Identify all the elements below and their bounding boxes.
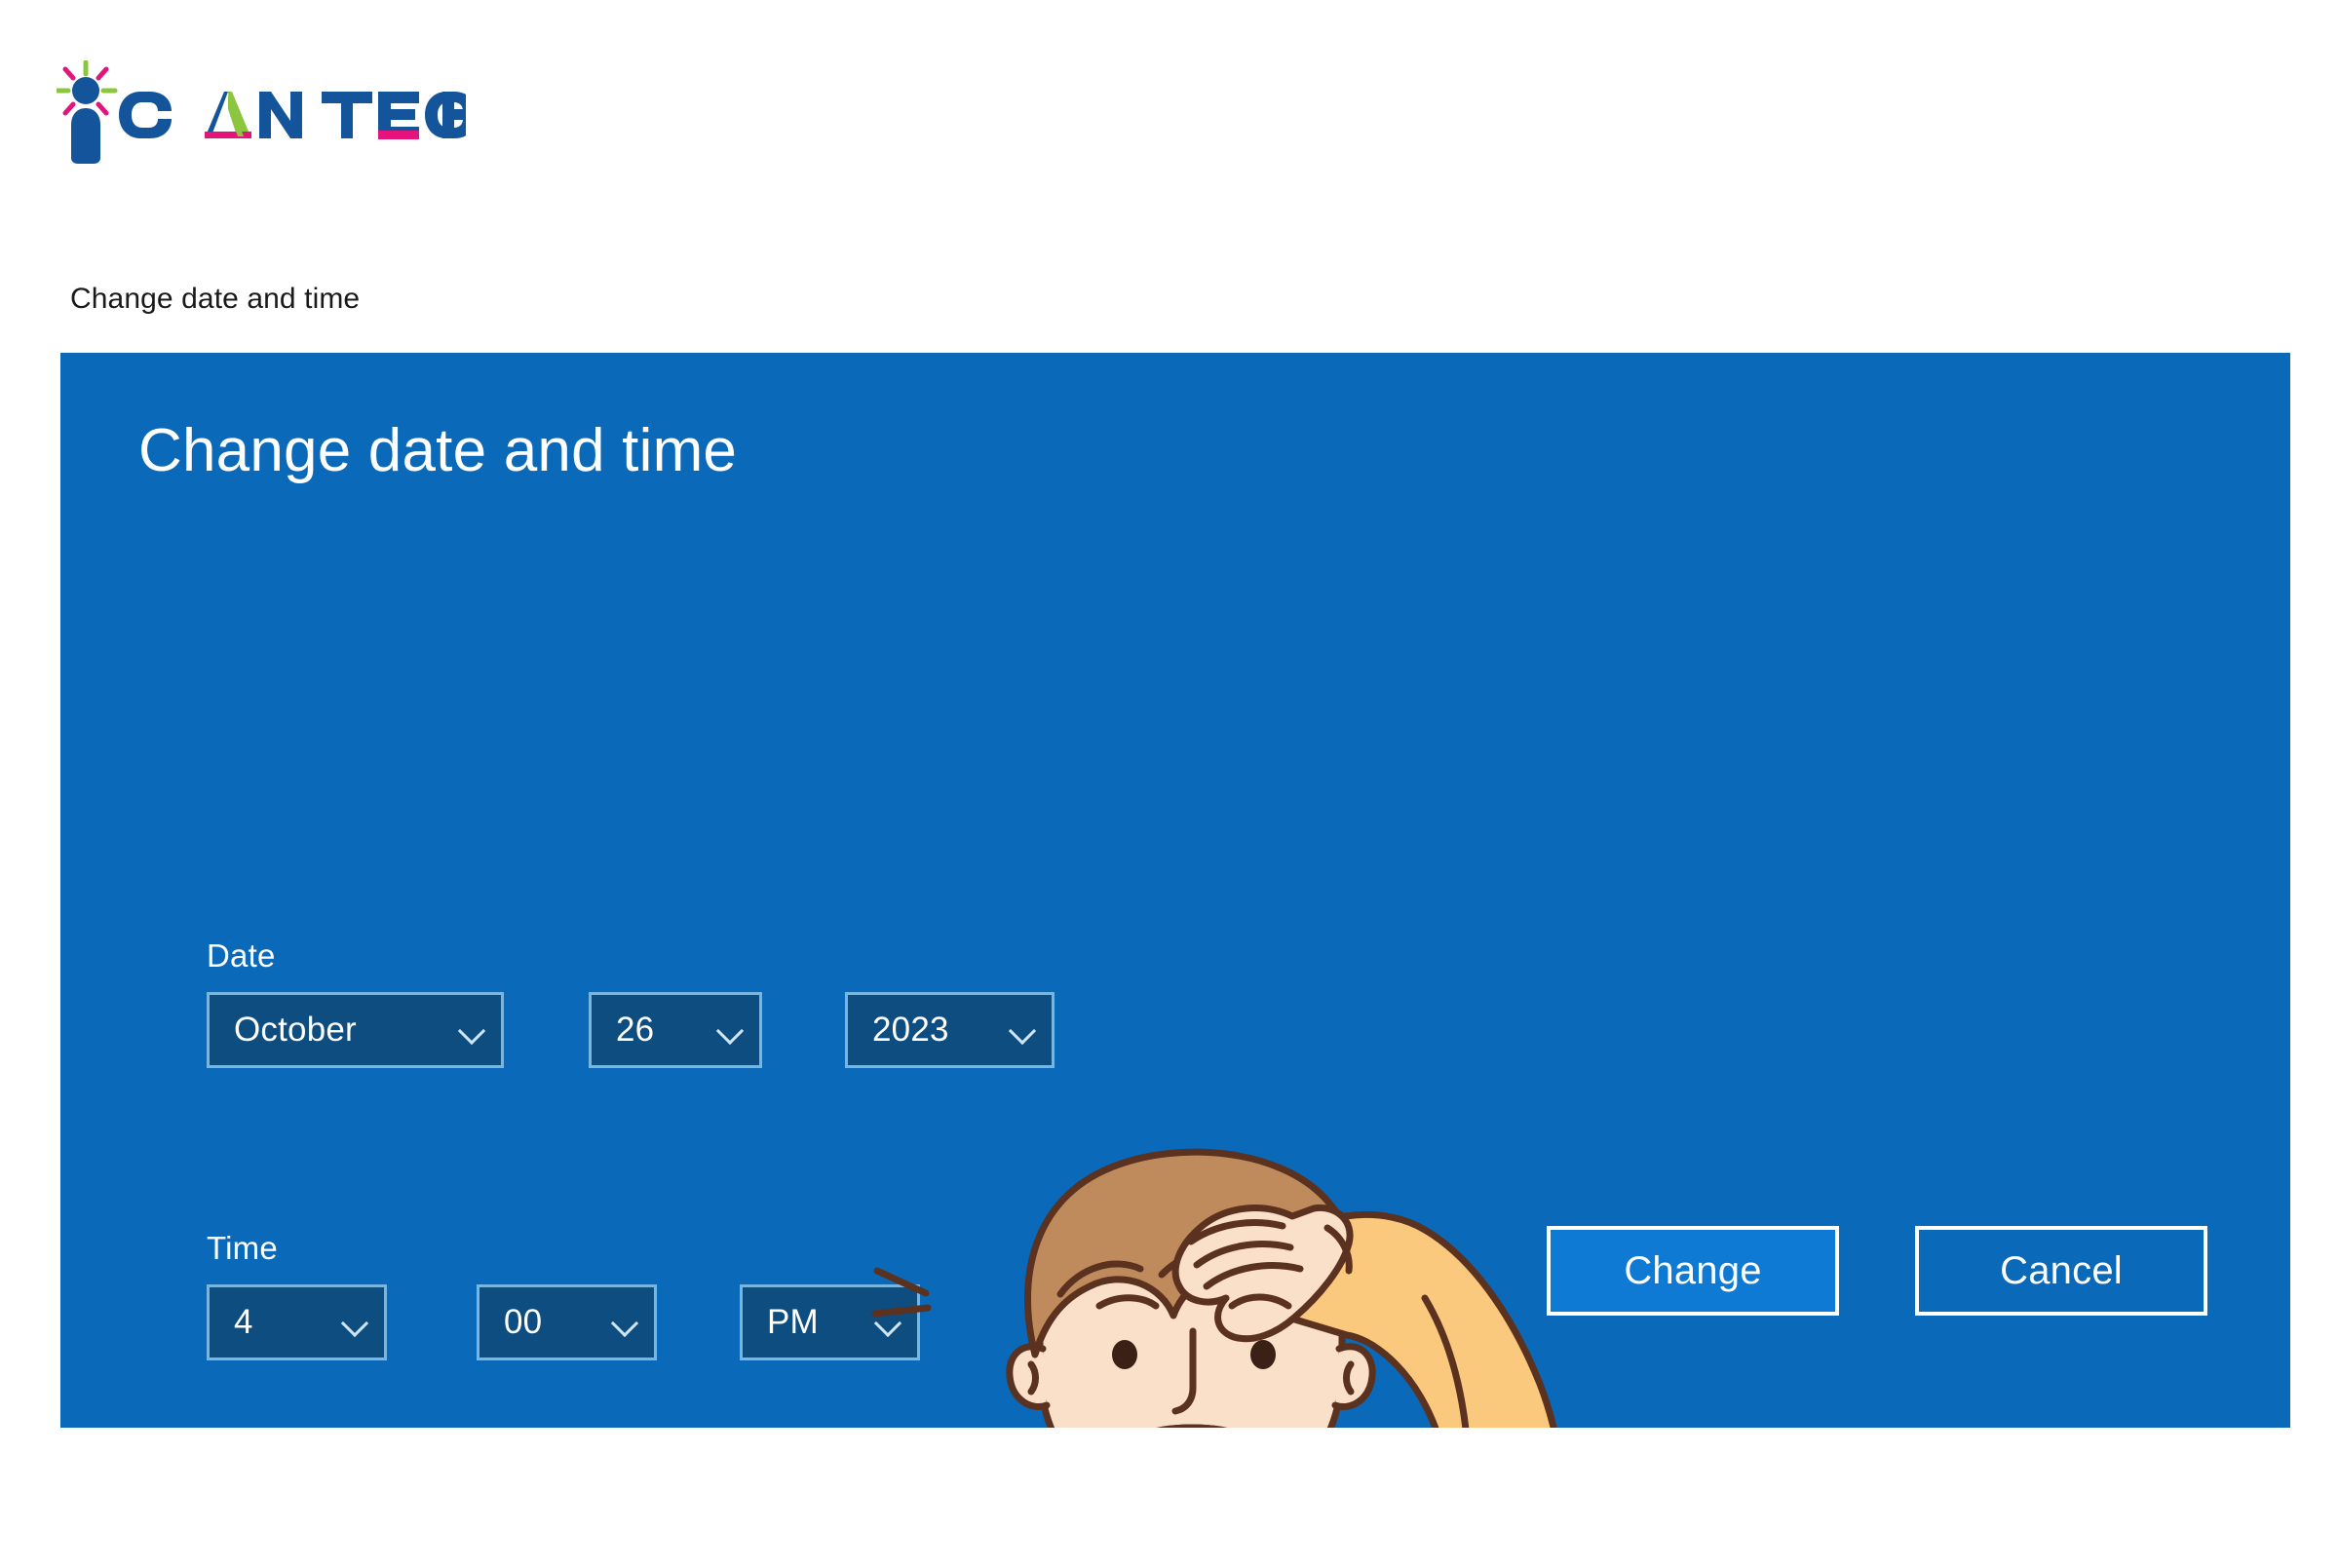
day-dropdown[interactable]: 26 bbox=[589, 992, 762, 1068]
chevron-down-icon bbox=[1009, 1015, 1038, 1045]
illustration-man-scratching-head bbox=[869, 1123, 1591, 1428]
chevron-down-icon bbox=[458, 1015, 487, 1045]
time-field-group: Time 4 00 PM bbox=[207, 1230, 920, 1360]
change-button[interactable]: Change bbox=[1547, 1226, 1839, 1316]
sun-person-logo-icon bbox=[57, 60, 466, 164]
month-value: October bbox=[234, 1011, 357, 1049]
time-combo-row: 4 00 PM bbox=[207, 1284, 920, 1360]
page-caption: Change date and time bbox=[70, 283, 361, 315]
date-field-group: Date October 26 2023 bbox=[207, 937, 1054, 1068]
ampm-value: PM bbox=[767, 1303, 819, 1341]
page-root: Change date and time Change date and tim… bbox=[0, 0, 2339, 1568]
ampm-dropdown[interactable]: PM bbox=[740, 1284, 920, 1360]
cancel-button[interactable]: Cancel bbox=[1915, 1226, 2207, 1316]
day-value: 26 bbox=[616, 1011, 655, 1049]
change-date-and-time-dialog: Change date and time Date October 26 202… bbox=[60, 353, 2290, 1428]
year-value: 2023 bbox=[872, 1011, 949, 1049]
chevron-down-icon bbox=[716, 1015, 746, 1045]
dialog-body: Change date and time Date October 26 202… bbox=[60, 353, 2290, 1428]
hour-value: 4 bbox=[234, 1303, 253, 1341]
year-dropdown[interactable]: 2023 bbox=[845, 992, 1054, 1068]
date-label: Date bbox=[207, 937, 276, 974]
brand-logo bbox=[57, 60, 466, 170]
chevron-down-icon bbox=[341, 1308, 370, 1337]
chevron-down-icon bbox=[611, 1308, 640, 1337]
minute-dropdown[interactable]: 00 bbox=[477, 1284, 657, 1360]
dialog-button-row: Change Cancel bbox=[1547, 1226, 2207, 1316]
dialog-title: Change date and time bbox=[138, 417, 738, 484]
month-dropdown[interactable]: October bbox=[207, 992, 504, 1068]
date-combo-row: October 26 2023 bbox=[207, 992, 1054, 1068]
minute-value: 00 bbox=[504, 1303, 543, 1341]
time-label: Time bbox=[207, 1230, 278, 1266]
hour-dropdown[interactable]: 4 bbox=[207, 1284, 387, 1360]
chevron-down-icon bbox=[874, 1308, 903, 1337]
